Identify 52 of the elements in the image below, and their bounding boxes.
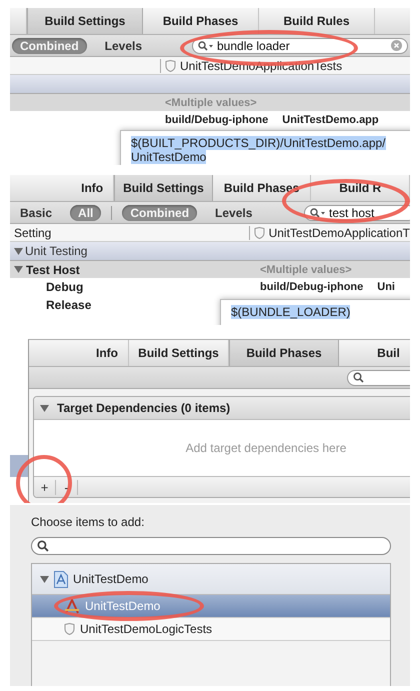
search-icon <box>37 540 49 552</box>
prompt-label: Choose items to add: <box>31 515 146 529</box>
value-editor[interactable]: $(BUILT_PRODUCTS_DIR)/UnitTestDemo.app/ UnitTestDemo <box>120 130 410 165</box>
toolbar-button[interactable]: - <box>56 480 78 494</box>
tab[interactable]: Info <box>29 340 129 366</box>
tree-item[interactable]: UnitTestDemo <box>32 564 390 595</box>
shield-icon <box>64 623 75 635</box>
setting-value: build/Debug-iphone <box>260 281 364 293</box>
setting-value: build/Debug-iphone <box>165 114 268 126</box>
column-header: UnitTestDemoApplicationTests <box>180 58 342 72</box>
tab[interactable]: Build Settings <box>114 175 213 201</box>
editor-text: UnitTestDemo <box>131 150 206 164</box>
search-field[interactable] <box>31 537 391 555</box>
tab[interactable]: Build Rules <box>259 8 375 34</box>
setting-value: <Multiple values> <box>260 264 352 276</box>
project-file-icon <box>54 570 68 588</box>
filter-button[interactable]: Levels <box>96 38 150 54</box>
column-header: Setting <box>14 226 52 240</box>
pencil-ruler-icon <box>64 598 80 614</box>
column-header: UnitTestDemoApplicationT <box>268 226 410 240</box>
disclosure-triangle-icon[interactable] <box>14 265 23 274</box>
search-icon <box>198 40 214 50</box>
filter-button[interactable]: Levels <box>207 204 260 220</box>
setting-value: UnitTestDemo.app <box>282 114 379 126</box>
search-field[interactable]: bundle loader <box>192 38 408 54</box>
configuration-name: Release <box>46 298 92 312</box>
tab[interactable]: Build Phases <box>212 175 312 201</box>
disclosure-triangle-icon[interactable] <box>40 404 49 412</box>
empty-message: Add target dependencies here <box>186 441 346 455</box>
tab[interactable]: Build Phases <box>143 8 259 34</box>
search-icon <box>310 208 326 218</box>
shield-icon <box>165 60 176 72</box>
configuration-name: Debug <box>46 280 84 294</box>
section-header: Unit Testing <box>25 244 88 258</box>
setting-value: <Multiple values> <box>165 96 257 108</box>
setting-value: Uni <box>377 281 395 293</box>
tab[interactable]: Build R <box>311 175 410 201</box>
search-icon <box>353 372 364 383</box>
tab[interactable]: Buil <box>339 340 410 366</box>
tab[interactable]: Build Phases <box>229 340 339 366</box>
tree-item[interactable]: UnitTestDemoLogicTests <box>32 618 390 641</box>
value-editor[interactable]: $(BUNDLE_LOADER) <box>220 299 410 325</box>
filter-button[interactable]: Basic <box>12 204 60 220</box>
setting-name: Test Host <box>26 262 80 276</box>
shield-icon <box>254 226 265 238</box>
editor-text: $(BUNDLE_LOADER) <box>231 305 350 319</box>
clear-icon[interactable] <box>391 40 402 51</box>
toolbar-button[interactable]: + <box>34 480 56 494</box>
editor-text: $(BUILT_PRODUCTS_DIR)/UnitTestDemo.app/ <box>131 136 386 150</box>
disclosure-triangle-icon[interactable] <box>40 574 49 584</box>
disclosure-triangle-icon[interactable] <box>14 246 23 256</box>
tab[interactable]: Build Settings <box>27 8 143 34</box>
